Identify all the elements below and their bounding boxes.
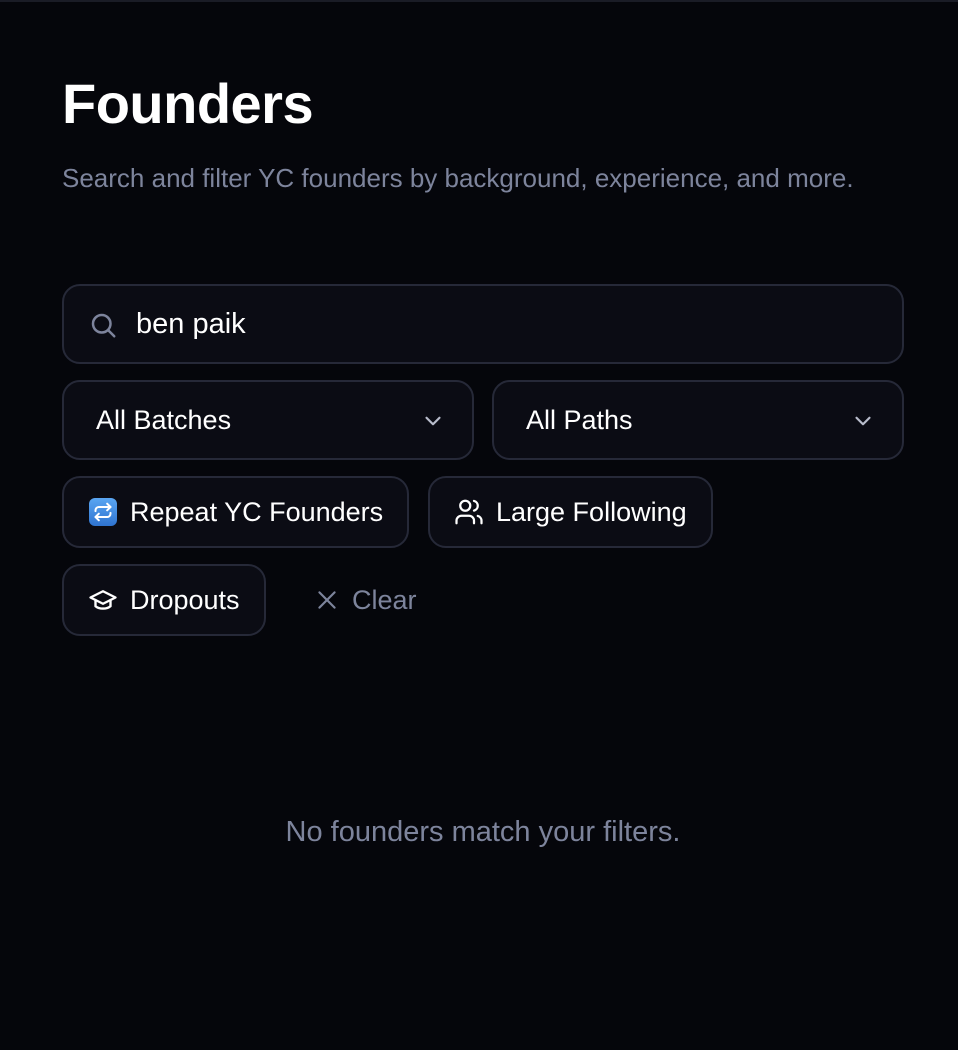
repeat-icon xyxy=(88,497,118,527)
page-subtitle: Search and filter YC founders by backgro… xyxy=(62,163,854,193)
path-select[interactable]: All Paths xyxy=(492,380,904,460)
dropouts-label: Dropouts xyxy=(130,584,240,615)
clear-label: Clear xyxy=(352,584,417,615)
empty-state-message: No founders match your filters. xyxy=(285,816,681,848)
founders-page: Founders Search and filter YC founders b… xyxy=(0,0,958,1050)
close-icon xyxy=(318,591,336,609)
clear-filters-button[interactable]: Clear xyxy=(314,564,417,636)
large-following-chip[interactable]: Large Following xyxy=(428,476,713,548)
chevron-down-icon xyxy=(855,416,871,426)
users-icon xyxy=(454,497,484,527)
graduation-cap-icon xyxy=(88,585,118,615)
repeat-founders-chip[interactable]: Repeat YC Founders xyxy=(62,476,410,548)
large-following-label: Large Following xyxy=(496,496,687,527)
chevron-down-icon xyxy=(425,416,441,426)
page-title: Founders xyxy=(62,72,314,135)
search-input[interactable] xyxy=(136,286,876,362)
batch-select-value: All Batches xyxy=(96,405,232,435)
batch-select[interactable]: All Batches xyxy=(62,380,474,460)
search-icon xyxy=(91,313,116,338)
repeat-founders-label: Repeat YC Founders xyxy=(130,496,384,527)
path-select-value: All Paths xyxy=(526,405,633,435)
dropouts-chip[interactable]: Dropouts xyxy=(62,564,266,636)
search-box[interactable] xyxy=(62,284,904,364)
